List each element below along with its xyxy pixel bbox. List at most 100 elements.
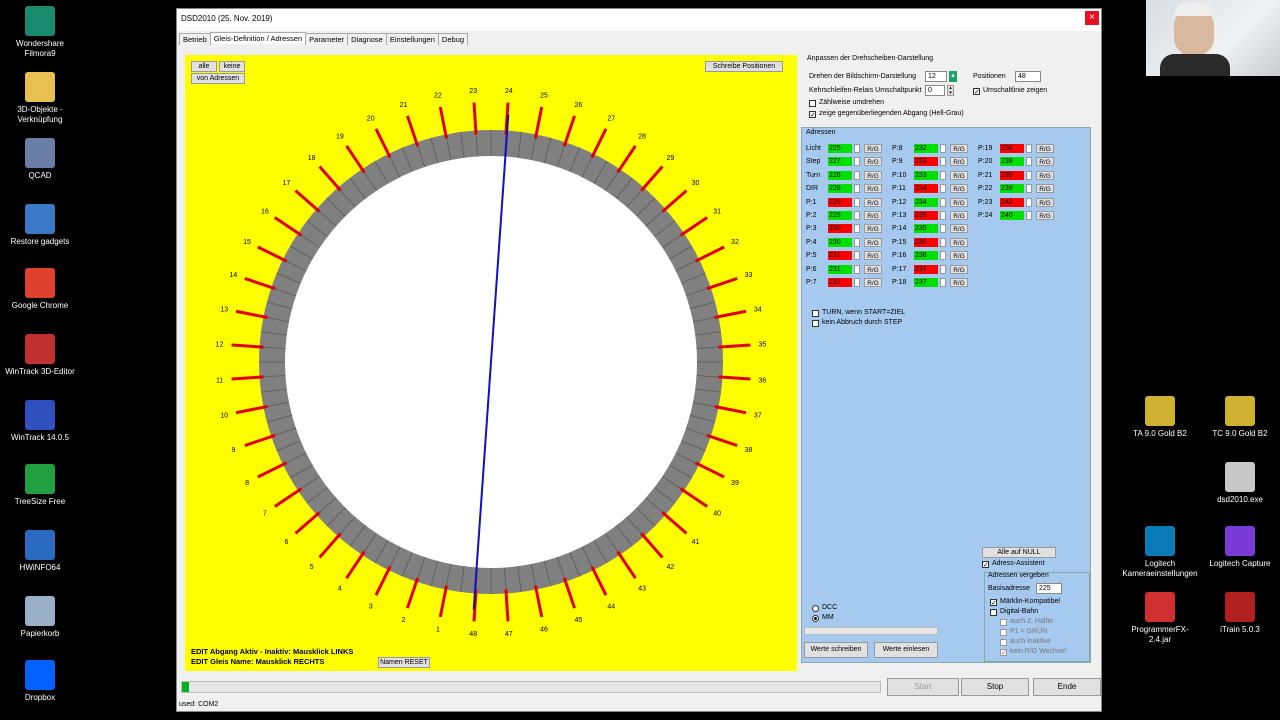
inactive-checkbox[interactable]: [1000, 639, 1007, 646]
rg-button[interactable]: R/G: [864, 251, 882, 261]
desktop-icon[interactable]: Dropbox: [2, 660, 78, 703]
p1-green-checkbox[interactable]: [1000, 629, 1007, 636]
address-toggle[interactable]: [940, 211, 946, 220]
address-value[interactable]: 239: [1000, 170, 1024, 180]
rg-button[interactable]: R/G: [864, 237, 882, 247]
address-value[interactable]: 239: [1000, 184, 1024, 194]
address-value[interactable]: 233: [914, 170, 938, 180]
address-value[interactable]: 236: [914, 251, 938, 261]
address-toggle[interactable]: [940, 237, 946, 247]
digital-bahn-checkbox[interactable]: [990, 609, 997, 616]
rotate-stepper-icon[interactable]: ▲: [949, 71, 957, 82]
address-value[interactable]: 237: [914, 264, 938, 274]
rg-button[interactable]: R/G: [864, 278, 882, 287]
address-value[interactable]: 240: [1000, 197, 1024, 207]
address-toggle[interactable]: [854, 251, 860, 261]
address-toggle[interactable]: [1026, 157, 1032, 167]
address-value[interactable]: 233: [914, 157, 938, 167]
rg-button[interactable]: R/G: [1036, 197, 1054, 207]
desktop-icon[interactable]: dsd2010.exe: [1202, 462, 1278, 505]
write-values-button[interactable]: Werte schreiben: [804, 642, 868, 658]
address-toggle[interactable]: [854, 237, 860, 247]
reverse-count-checkbox[interactable]: [809, 100, 816, 107]
address-value[interactable]: 225: [828, 144, 852, 153]
desktop-icon[interactable]: Papierkorb: [2, 596, 78, 639]
rg-button[interactable]: R/G: [950, 251, 968, 261]
address-toggle[interactable]: [854, 197, 860, 207]
address-toggle[interactable]: [940, 278, 946, 287]
desktop-icon[interactable]: TreeSize Free: [2, 464, 78, 507]
switch-line-checkbox[interactable]: ✓: [973, 88, 980, 96]
rg-button[interactable]: R/G: [864, 211, 882, 220]
address-assistant-checkbox[interactable]: ✓: [982, 561, 989, 569]
close-button[interactable]: ×: [1085, 11, 1099, 25]
address-value[interactable]: 231: [828, 264, 852, 274]
maerklin-checkbox[interactable]: ✓: [990, 599, 997, 607]
rg-button[interactable]: R/G: [1036, 211, 1054, 220]
address-toggle[interactable]: [940, 157, 946, 167]
rg-button[interactable]: R/G: [950, 184, 968, 194]
rg-button[interactable]: R/G: [950, 264, 968, 274]
address-toggle[interactable]: [940, 251, 946, 261]
address-value[interactable]: 235: [914, 211, 938, 220]
desktop-icon[interactable]: Restore gadgets: [2, 204, 78, 247]
address-value[interactable]: 232: [914, 144, 938, 153]
desktop-icon[interactable]: HWiNFO64: [2, 530, 78, 573]
address-value[interactable]: 235: [914, 224, 938, 234]
rg-button[interactable]: R/G: [864, 157, 882, 167]
read-values-button[interactable]: Werte einlesen: [874, 642, 938, 658]
reversing-relay-input[interactable]: 0: [925, 85, 945, 96]
address-value[interactable]: 228: [828, 184, 852, 194]
rg-button[interactable]: R/G: [950, 170, 968, 180]
second-half-checkbox[interactable]: [1000, 619, 1007, 626]
desktop-icon[interactable]: Google Chrome: [2, 268, 78, 311]
address-value[interactable]: 230: [828, 237, 852, 247]
address-toggle[interactable]: [940, 184, 946, 194]
address-value[interactable]: 226: [828, 170, 852, 180]
rg-button[interactable]: R/G: [1036, 157, 1054, 167]
start-button[interactable]: Start: [887, 678, 959, 696]
rg-button[interactable]: R/G: [864, 184, 882, 194]
tab-diagnose[interactable]: Diagnose: [347, 33, 387, 45]
rg-button[interactable]: R/G: [950, 144, 968, 153]
show-opposite-checkbox[interactable]: ✓: [809, 111, 816, 119]
address-toggle[interactable]: [940, 170, 946, 180]
rg-button[interactable]: R/G: [864, 264, 882, 274]
tab-debug[interactable]: Debug: [437, 33, 469, 45]
tab-gleis-definition[interactable]: Gleis-Definition / Adressen: [209, 32, 307, 44]
address-toggle[interactable]: [940, 264, 946, 274]
turn-start-goal-checkbox[interactable]: [812, 310, 819, 317]
address-value[interactable]: 229: [828, 197, 852, 207]
desktop-icon[interactable]: TC 9.0 Gold B2: [1202, 396, 1278, 439]
desktop-icon[interactable]: Wondershare Filmora9: [2, 6, 78, 59]
address-toggle[interactable]: [854, 224, 860, 234]
rg-button[interactable]: R/G: [1036, 144, 1054, 153]
address-toggle[interactable]: [854, 157, 860, 167]
address-toggle[interactable]: [854, 184, 860, 194]
desktop-icon[interactable]: WinTrack 14.0.5: [2, 400, 78, 443]
address-toggle[interactable]: [854, 278, 860, 287]
address-value[interactable]: 229: [828, 211, 852, 220]
address-toggle[interactable]: [940, 224, 946, 234]
dcc-radio[interactable]: [812, 605, 819, 612]
reset-names-button[interactable]: Namen RESET: [378, 657, 430, 668]
tab-parameter[interactable]: Parameter: [305, 33, 349, 45]
address-toggle[interactable]: [854, 170, 860, 180]
no-abort-step-checkbox[interactable]: [812, 320, 819, 327]
desktop-icon[interactable]: QCAD: [2, 138, 78, 181]
rg-button[interactable]: R/G: [950, 278, 968, 287]
rg-button[interactable]: R/G: [950, 237, 968, 247]
rg-button[interactable]: R/G: [950, 211, 968, 220]
address-toggle[interactable]: [1026, 144, 1032, 153]
tab-betrieb[interactable]: Betrieb: [179, 33, 211, 45]
turntable-canvas[interactable]: alle keine von Adressen Schreibe Positio…: [185, 55, 797, 671]
address-value[interactable]: 236: [914, 237, 938, 247]
address-value[interactable]: 238: [1000, 144, 1024, 153]
address-toggle[interactable]: [854, 144, 860, 153]
desktop-icon[interactable]: ProgrammerFX-2.4.jar: [1122, 592, 1198, 645]
turntable-svg[interactable]: 1234567891011121314151617181920212223 242…: [185, 55, 797, 671]
tab-einstellungen[interactable]: Einstellungen: [385, 33, 439, 45]
no-rg-change-checkbox[interactable]: ✓: [1000, 649, 1007, 657]
rg-button[interactable]: R/G: [864, 197, 882, 207]
address-toggle[interactable]: [1026, 170, 1032, 180]
